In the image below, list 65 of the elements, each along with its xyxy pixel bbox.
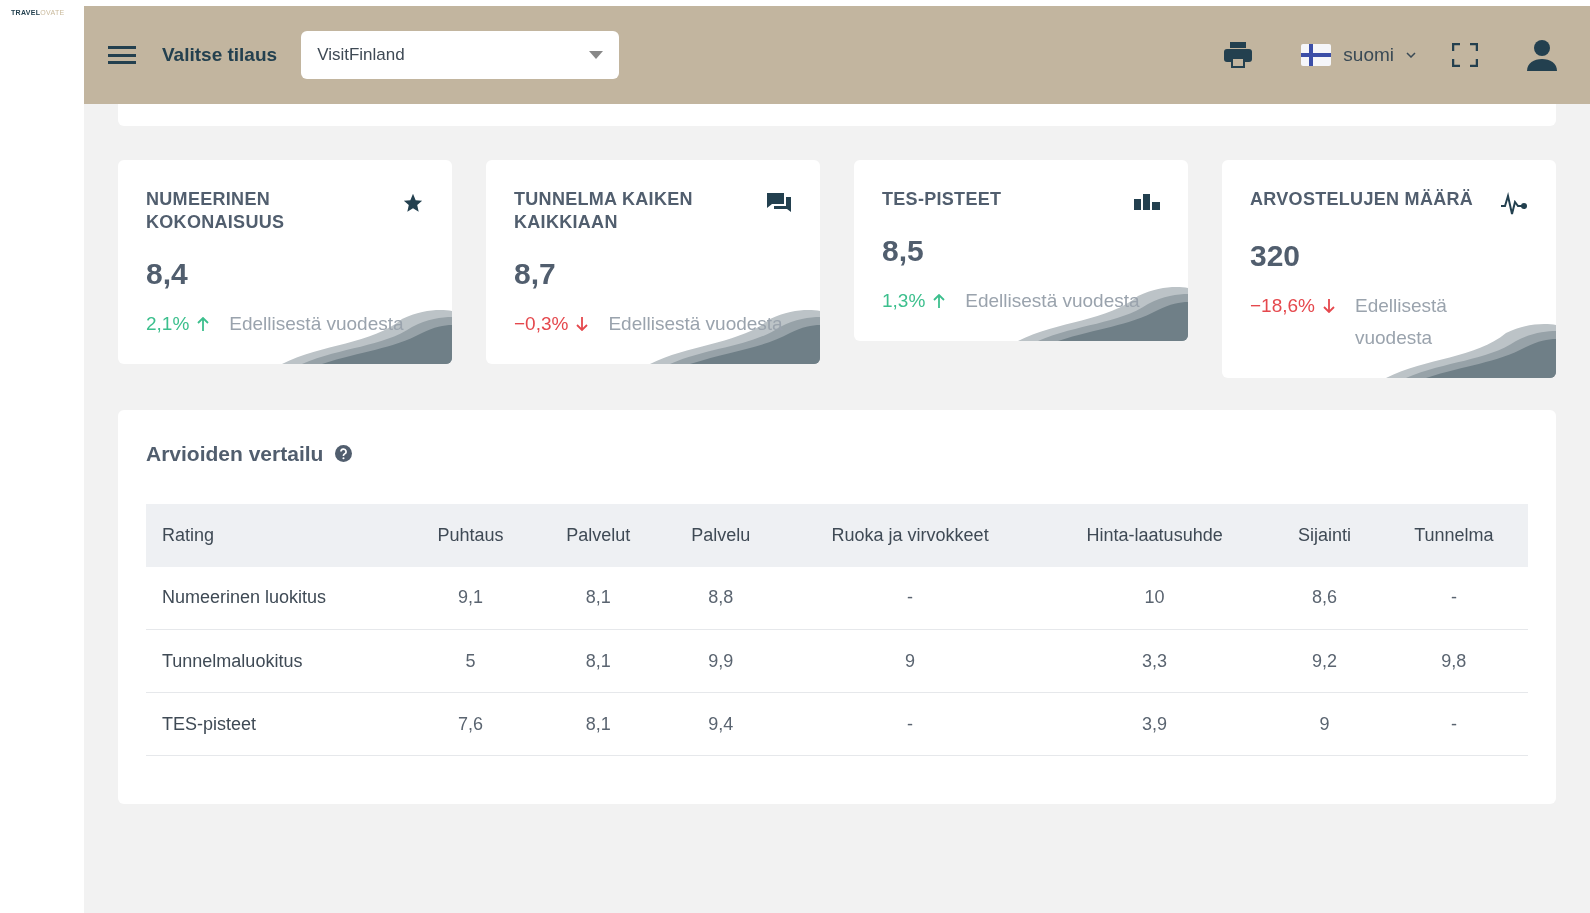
column-header: Sijainti — [1269, 503, 1380, 567]
page-title: Valitse tilaus — [162, 42, 278, 67]
dropdown-caret-icon — [589, 51, 604, 59]
table-cell: 9,9 — [661, 629, 781, 693]
column-header: Puhtaus — [406, 503, 536, 567]
table-cell: 9 — [780, 629, 1040, 693]
column-header: Palvelu — [661, 503, 781, 567]
change-indicator: −0,3% — [514, 308, 589, 340]
change-caption: Edellisestä vuodesta — [1355, 294, 1448, 350]
pulse-icon — [1500, 192, 1528, 216]
change-indicator: −18,6% — [1250, 290, 1335, 322]
table-cell: 5 — [406, 629, 536, 693]
card-title: TES-PISTEET — [882, 188, 1002, 211]
fullscreen-icon[interactable] — [1452, 43, 1478, 67]
language-selector[interactable]: suomi — [1301, 40, 1416, 70]
table-cell: 10 — [1039, 566, 1270, 630]
column-header: Rating — [146, 503, 406, 567]
arrow-up-icon — [197, 317, 210, 331]
table-cell: 9,8 — [1379, 629, 1528, 693]
bar-chart-icon — [1134, 192, 1160, 210]
arrow-down-icon — [1323, 299, 1335, 313]
change-indicator: 2,1% — [146, 308, 210, 340]
table-cell: 8,8 — [661, 566, 781, 630]
subscription-select[interactable]: VisitFinland — [301, 31, 620, 79]
table-cell: - — [1379, 692, 1528, 756]
table-cell: 9,4 — [661, 692, 781, 756]
card-value: 8,5 — [882, 233, 925, 269]
change-indicator: 1,3% — [882, 285, 946, 317]
table-cell: 8,1 — [535, 629, 662, 693]
card-title: TUNNELMA KAIKEN KAIKKIAAN — [514, 188, 694, 234]
card-value: 320 — [1250, 238, 1302, 274]
card-title: ARVOSTELUJEN MÄÄRÄ — [1250, 188, 1474, 211]
column-header: Hinta-laatusuhde — [1039, 503, 1270, 567]
row-label: Numeerinen luokitus — [146, 566, 406, 630]
table-cell: 8,1 — [535, 692, 662, 756]
arrow-down-icon — [576, 317, 589, 331]
panel-title: Arvioiden vertailu — [146, 441, 324, 467]
table-cell: 8,1 — [535, 566, 662, 630]
chat-icon — [766, 192, 792, 214]
table-cell: 3,9 — [1039, 692, 1270, 756]
table-cell: - — [780, 692, 1040, 756]
arrow-up-icon — [933, 294, 946, 308]
table-cell: 8,6 — [1269, 566, 1380, 630]
finland-flag-icon — [1301, 44, 1332, 66]
card-value: 8,7 — [514, 256, 557, 292]
chevron-down-icon — [1406, 52, 1416, 58]
table-cell: 7,6 — [406, 692, 536, 756]
column-header: Palvelut — [535, 503, 662, 567]
column-header: Tunnelma — [1379, 503, 1528, 567]
table-cell: 9 — [1269, 692, 1380, 756]
star-icon — [402, 192, 424, 214]
table-cell: - — [780, 566, 1040, 630]
card-title: NUMEERINEN KOKONAISUUS — [146, 188, 286, 234]
row-label: Tunnelmaluokitus — [146, 629, 406, 693]
column-header: Ruoka ja virvokkeet — [780, 503, 1040, 567]
table-cell: - — [1379, 566, 1528, 630]
user-icon[interactable] — [1526, 39, 1558, 71]
card-value: 8,4 — [146, 256, 189, 292]
menu-icon[interactable] — [108, 43, 136, 67]
print-icon[interactable] — [1223, 41, 1254, 69]
table-cell: 9,1 — [406, 566, 536, 630]
table-cell: 3,3 — [1039, 629, 1270, 693]
table-cell: 9,2 — [1269, 629, 1380, 693]
row-label: TES-pisteet — [146, 692, 406, 756]
help-icon[interactable] — [335, 445, 353, 463]
